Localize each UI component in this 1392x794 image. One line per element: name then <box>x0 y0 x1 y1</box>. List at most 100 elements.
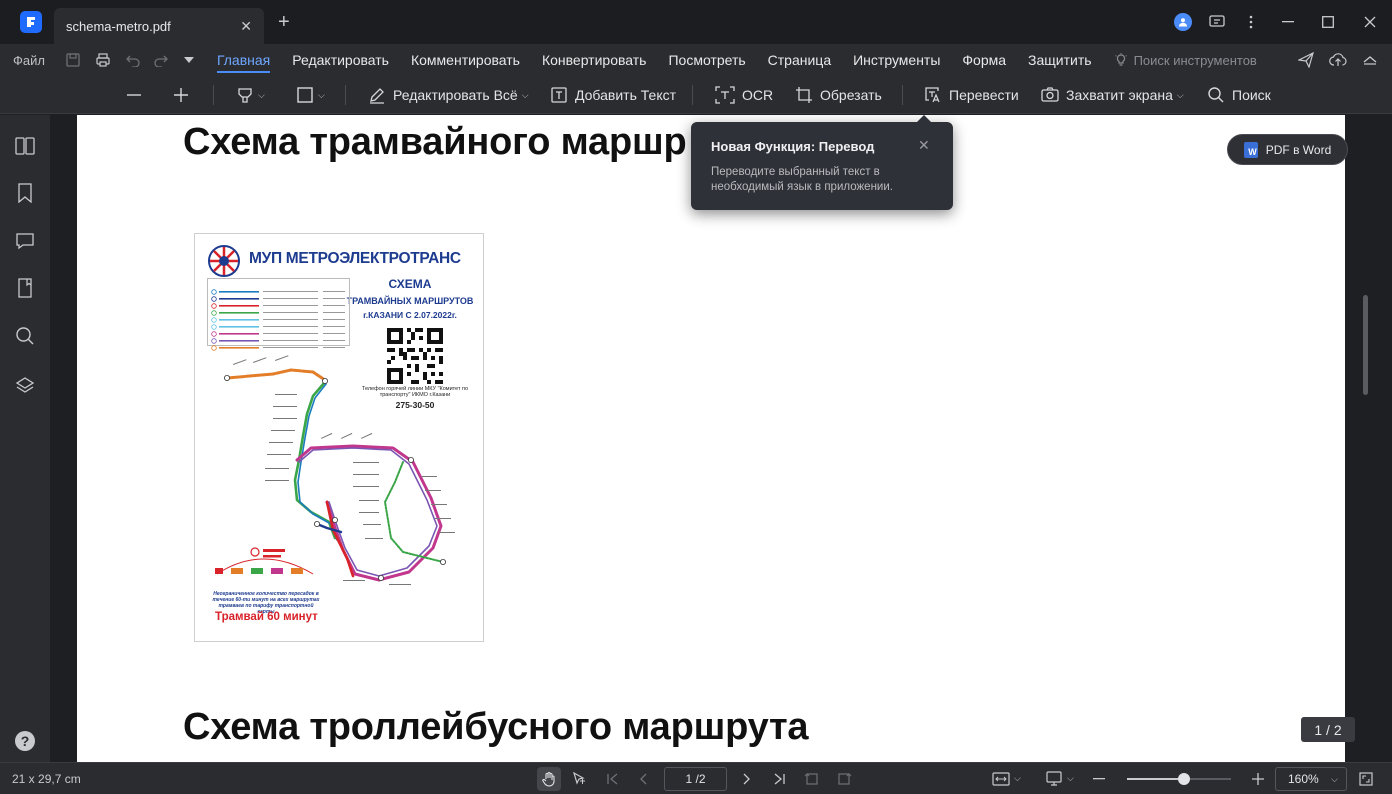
menu-tools[interactable]: Инструменты <box>853 44 940 76</box>
zoom-in-button[interactable] <box>172 76 190 114</box>
document-tab[interactable]: schema-metro.pdf ✕ <box>54 8 264 44</box>
close-window-button[interactable] <box>1348 7 1392 37</box>
title-bar: schema-metro.pdf ✕ + <box>0 0 1392 44</box>
menu-home[interactable]: Главная <box>216 44 271 76</box>
tram-route-map <box>215 355 455 585</box>
translate-button[interactable]: Перевести <box>924 76 1019 114</box>
tool-search-input[interactable]: Поиск инструментов <box>1114 53 1257 68</box>
more-options-icon[interactable] <box>1234 7 1268 37</box>
last-page-icon <box>774 773 785 784</box>
scheme-date: г.КАЗАНИ С 2.07.2022г. <box>363 310 457 320</box>
tram-scheme-heading: Схема трамвайного маршр <box>183 121 687 163</box>
send-icon[interactable] <box>1290 52 1322 68</box>
last-page-button[interactable] <box>772 763 786 794</box>
account-button[interactable] <box>1166 7 1200 37</box>
file-menu[interactable]: Файл <box>13 53 45 68</box>
chevron-down-icon: ⌵ <box>1176 89 1184 100</box>
zoom-in-status-button[interactable] <box>1252 763 1264 794</box>
quick-access-dropdown-icon[interactable] <box>183 55 195 65</box>
attachment-icon[interactable] <box>14 277 36 299</box>
page-layout-dropdown[interactable]: ⌵ <box>1045 763 1074 794</box>
document-tab-label: schema-metro.pdf <box>66 18 171 34</box>
menu-edit[interactable]: Редактировать <box>292 44 389 76</box>
lightbulb-icon <box>1114 53 1127 66</box>
ocr-button[interactable]: OCR <box>715 76 773 114</box>
menu-right-actions <box>1290 44 1386 76</box>
undo-icon[interactable] <box>125 53 141 67</box>
route-legend-table <box>207 278 350 351</box>
shape-tool-button[interactable]: ⌵ <box>296 76 325 114</box>
maximize-button[interactable] <box>1308 7 1348 37</box>
feedback-icon[interactable] <box>1200 7 1234 37</box>
legend-row <box>211 289 348 302</box>
select-tool-button[interactable] <box>571 763 587 794</box>
legend-row <box>211 282 348 295</box>
vertical-scrollbar[interactable] <box>1363 295 1368 395</box>
bookmark-icon[interactable] <box>14 182 36 204</box>
zoom-slider[interactable] <box>1127 773 1231 785</box>
layers-icon[interactable] <box>14 375 36 397</box>
fit-width-dropdown[interactable]: ⌵ <box>992 763 1021 794</box>
next-page-button[interactable] <box>742 763 752 794</box>
edit-all-button[interactable]: Редактировать Всё ⌵ <box>368 76 529 114</box>
comment-icon[interactable] <box>14 230 36 252</box>
first-page-icon <box>607 773 618 784</box>
zoom-slider-handle[interactable] <box>1178 773 1191 785</box>
minus-icon <box>127 94 141 96</box>
home-toolbar: ⌵ ⌵ Редактировать Всё ⌵ Добавить Текст O… <box>0 76 1392 114</box>
legend-row <box>211 324 348 337</box>
save-icon[interactable] <box>65 52 81 68</box>
zoom-level-select[interactable]: 160% ⌵ <box>1275 767 1347 791</box>
tooltip-close-icon[interactable]: ✕ <box>918 137 930 154</box>
rotate-right-button[interactable] <box>836 763 852 794</box>
menu-view[interactable]: Посмотреть <box>668 44 745 76</box>
print-icon[interactable] <box>95 52 111 68</box>
crop-label: Обрезать <box>820 87 882 103</box>
help-icon[interactable]: ? <box>15 731 35 751</box>
page-number-value: 1 /2 <box>685 772 706 786</box>
page-indicator-badge: 1 / 2 <box>1301 717 1355 742</box>
zoom-out-button[interactable] <box>125 76 143 114</box>
window-controls <box>1166 0 1392 44</box>
pdf-to-word-button[interactable]: W PDF в Word <box>1227 134 1348 165</box>
zoom-out-status-button[interactable] <box>1093 763 1105 794</box>
previous-page-button[interactable] <box>638 763 648 794</box>
metroelectrotrans-logo <box>208 245 240 277</box>
chevron-down-icon: ⌵ <box>258 89 265 100</box>
close-tab-icon[interactable]: ✕ <box>240 18 252 35</box>
menu-protect[interactable]: Защитить <box>1028 44 1092 76</box>
crop-button[interactable]: Обрезать <box>795 76 882 114</box>
panels-icon[interactable] <box>14 135 36 157</box>
screenshot-button[interactable]: Захватит экрана ⌵ <box>1041 76 1184 114</box>
add-text-button[interactable]: Добавить Текст <box>550 76 676 114</box>
page-layout-icon <box>1046 770 1062 786</box>
redo-icon[interactable] <box>153 53 169 67</box>
menu-form[interactable]: Форма <box>962 44 1006 76</box>
fullscreen-button[interactable] <box>1359 763 1373 794</box>
trolleybus-scheme-heading: Схема троллейбусного маршрута <box>183 706 809 748</box>
collapse-ribbon-icon[interactable] <box>1354 55 1386 65</box>
legend-row <box>211 331 348 344</box>
hand-tool-button[interactable] <box>537 767 561 791</box>
search-icon[interactable] <box>14 325 36 347</box>
search-button[interactable]: Поиск <box>1207 76 1271 114</box>
tooltip-title: Новая Функция: Перевод <box>711 139 875 154</box>
edit-all-label: Редактировать Всё <box>393 87 518 103</box>
first-page-button[interactable] <box>606 763 620 794</box>
new-tab-button[interactable]: + <box>278 12 290 32</box>
legend-row <box>211 338 348 351</box>
crop-icon <box>796 87 812 103</box>
minimize-button[interactable] <box>1268 7 1308 37</box>
menu-page[interactable]: Страница <box>768 44 831 76</box>
rotate-left-button[interactable] <box>804 763 820 794</box>
tram-60-promo: Трамвай 60 минут <box>215 611 318 623</box>
menu-convert[interactable]: Конвертировать <box>542 44 647 76</box>
menu-comment[interactable]: Комментировать <box>411 44 520 76</box>
zoom-slider-fill <box>1127 778 1185 780</box>
tool-search-placeholder: Поиск инструментов <box>1133 52 1257 68</box>
cloud-upload-icon[interactable] <box>1322 53 1354 67</box>
page-number-input[interactable]: 1 /2 <box>664 767 727 791</box>
highlight-tool-button[interactable]: ⌵ <box>236 76 265 114</box>
scheme-title: СХЕМА <box>388 277 432 291</box>
document-viewport[interactable]: Схема трамвайного маршр МУП МЕТРОЭЛЕКТРО… <box>50 115 1392 762</box>
